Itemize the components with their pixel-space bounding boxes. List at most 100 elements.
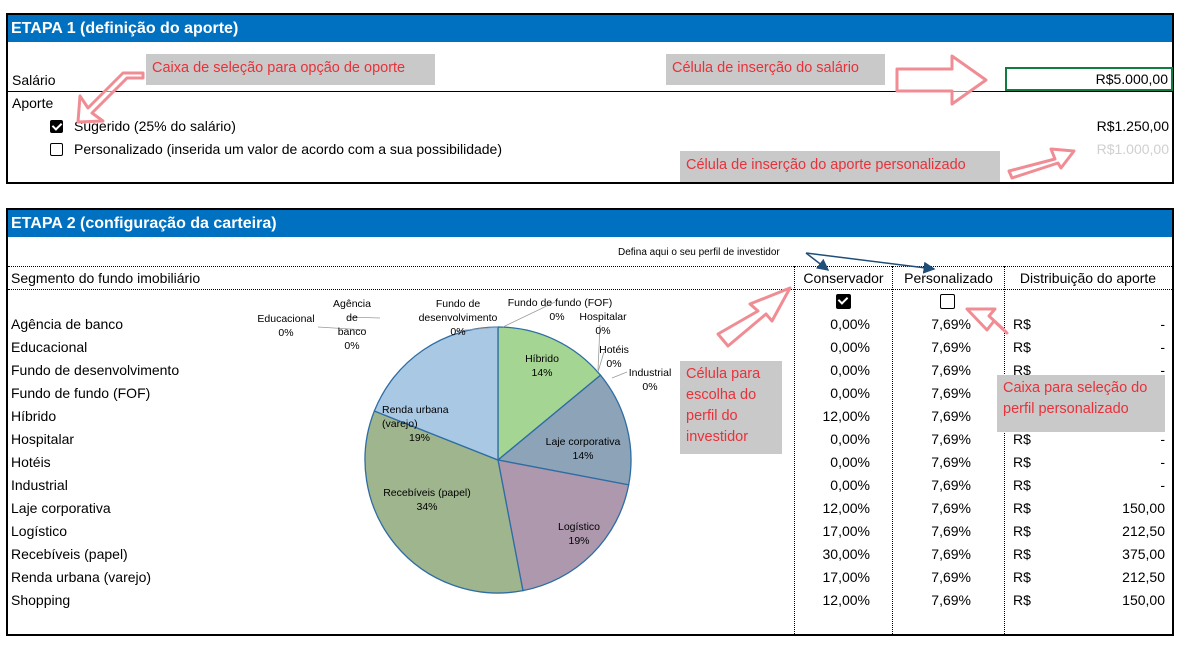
- salario-label: Salário: [12, 72, 56, 88]
- currency-symbol: R$: [1013, 431, 1031, 447]
- conservador-pct: 0,00%: [830, 362, 870, 378]
- currency-symbol: R$: [1013, 477, 1031, 493]
- segment-name: Híbrido: [11, 408, 57, 424]
- label-fundo-desenvolvimento: Fundo de desenvolvimento 0%: [418, 298, 498, 338]
- header-segmento: Segmento do fundo imobiliário: [11, 270, 201, 286]
- perfil-hint: Defina aqui o seu perfil de investidor: [618, 247, 780, 258]
- distribuicao-value: 150,00: [1122, 500, 1165, 516]
- conservador-pct: 0,00%: [830, 477, 870, 493]
- currency-symbol: R$: [1013, 592, 1031, 608]
- conservador-pct: 0,00%: [830, 316, 870, 332]
- personalizado-label: Personalizado (inserida um valor de acor…: [74, 141, 503, 157]
- conservador-pct: 12,00%: [822, 500, 870, 516]
- conservador-pct: 17,00%: [822, 523, 870, 539]
- note-caixa-perfil: Caixa para seleção do perfil personaliza…: [997, 375, 1165, 432]
- distribuicao-value: -: [1160, 477, 1165, 493]
- distribuicao-value: -: [1160, 339, 1165, 355]
- segment-name: Shopping: [11, 592, 71, 608]
- conservador-pct: 0,00%: [830, 339, 870, 355]
- personalizado-pct: 7,69%: [931, 523, 971, 539]
- label-renda-pct: 19%: [409, 432, 431, 444]
- conservador-pct: 30,00%: [822, 546, 870, 562]
- distribuicao-value: 212,50: [1122, 523, 1165, 539]
- distribuicao-value: 375,00: [1122, 546, 1165, 562]
- personalizado-pct: 7,69%: [931, 431, 971, 447]
- personalizado-pct: 7,69%: [931, 454, 971, 470]
- note-caixa-selecao: Caixa de seleção para opção de oporte: [146, 54, 435, 85]
- distribuicao-value: 150,00: [1122, 592, 1165, 608]
- note-celula-perfil: Célula para escolha do perfil do investi…: [680, 361, 782, 454]
- label-fof-pct: 0%: [549, 311, 565, 323]
- currency-symbol: R$: [1013, 569, 1031, 585]
- currency-symbol: R$: [1013, 454, 1031, 470]
- conservador-pct: 12,00%: [822, 408, 870, 424]
- personalizado-pct: 7,69%: [931, 385, 971, 401]
- segment-name: Hospitalar: [11, 431, 75, 447]
- label-laje: Laje corporativa 14%: [545, 436, 621, 462]
- segment-name: Renda urbana (varejo): [11, 569, 152, 585]
- currency-symbol: R$: [1013, 316, 1031, 332]
- segment-name: Fundo de desenvolvimento: [11, 362, 180, 378]
- note-celula-aporte: Célula de inserção do aporte personaliza…: [680, 151, 1000, 182]
- conservador-pct: 12,00%: [822, 592, 870, 608]
- segment-name: Agência de banco: [11, 316, 124, 332]
- conservador-pct: 0,00%: [830, 454, 870, 470]
- currency-symbol: R$: [1013, 500, 1031, 516]
- salario-value: R$5.000,00: [1095, 71, 1168, 87]
- personalizado-pct: 7,69%: [931, 316, 971, 332]
- personalizado-pct: 7,69%: [931, 569, 971, 585]
- conservador-checkbox[interactable]: [836, 294, 851, 309]
- label-industrial: Industrial 0%: [628, 367, 672, 393]
- segment-name: Hotéis: [11, 454, 51, 470]
- personalizado-pct: 7,69%: [931, 477, 971, 493]
- note-celula-salario: Célula de inserção do salário: [666, 54, 885, 85]
- etapa1-title: ETAPA 1 (definição do aporte): [8, 15, 1172, 42]
- label-agencia: Agência de banco 0%: [333, 298, 371, 352]
- header-distribuicao: Distribuição do aporte: [1019, 270, 1157, 286]
- label-recebiveis: Recebíveis (papel) 34%: [383, 487, 471, 513]
- salario-input[interactable]: R$5.000,00: [1005, 67, 1173, 91]
- personalizado-pct: 7,69%: [931, 339, 971, 355]
- aporte-label: Aporte: [12, 95, 54, 111]
- segment-name: Educacional: [11, 339, 88, 355]
- segment-name: Fundo de fundo (FOF): [11, 385, 151, 401]
- salario-divider: [8, 91, 1172, 92]
- header-top-line: [8, 266, 1172, 267]
- personalizado-perfil-checkbox[interactable]: [940, 294, 955, 309]
- personalizado-pct: 7,69%: [931, 592, 971, 608]
- label-educacional: Educacional 0%: [257, 313, 315, 339]
- personalizado-pct: 7,69%: [931, 408, 971, 424]
- label-renda: Renda urbana (varejo) 19%: [382, 404, 449, 444]
- personalizado-aporte-input[interactable]: R$1.000,00: [1097, 141, 1169, 157]
- personalizado-pct: 7,69%: [931, 546, 971, 562]
- distribuicao-value: 212,50: [1122, 569, 1165, 585]
- distribuicao-value: -: [1160, 316, 1165, 332]
- label-hibrido: Híbrido 14%: [525, 353, 559, 379]
- currency-symbol: R$: [1013, 523, 1031, 539]
- header-conservador: Conservador: [803, 270, 884, 286]
- currency-symbol: R$: [1013, 546, 1031, 562]
- col-divider-1: [794, 266, 795, 634]
- segment-name: Logístico: [11, 523, 68, 539]
- currency-symbol: R$: [1013, 339, 1031, 355]
- sugerido-checkbox[interactable]: [50, 120, 63, 133]
- conservador-pct: 0,00%: [830, 385, 870, 401]
- label-hospitalar: Hospitalar 0%: [579, 311, 627, 337]
- distribuicao-value: -: [1160, 431, 1165, 447]
- etapa2-title: ETAPA 2 (configuração da carteira): [8, 210, 1172, 237]
- distribuicao-value: -: [1160, 454, 1165, 470]
- col-divider-2: [892, 266, 893, 634]
- header-personalizado: Personalizado: [904, 270, 993, 286]
- conservador-pct: 0,00%: [830, 431, 870, 447]
- label-logistico: Logístico 19%: [557, 521, 601, 547]
- personalizado-pct: 7,69%: [931, 500, 971, 516]
- conservador-pct: 17,00%: [822, 569, 870, 585]
- segment-name: Industrial: [11, 477, 68, 493]
- segment-name: Recebíveis (papel): [11, 546, 128, 562]
- segment-name: Laje corporativa: [11, 500, 111, 516]
- sugerido-label: Sugerido (25% do salário): [74, 118, 236, 134]
- personalizado-checkbox[interactable]: [50, 143, 63, 156]
- sugerido-value: R$1.250,00: [1096, 118, 1169, 134]
- col-divider-3: [1004, 266, 1005, 634]
- personalizado-pct: 7,69%: [931, 362, 971, 378]
